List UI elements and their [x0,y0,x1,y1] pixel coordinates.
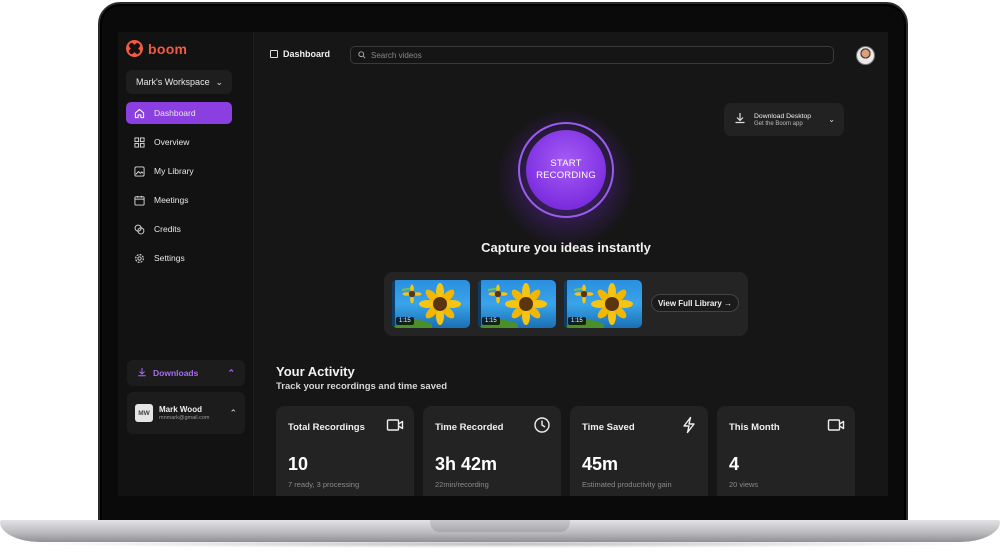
stat-value: 4 [729,454,740,474]
top-bar: Dashboard [254,32,888,78]
breadcrumb-label: Dashboard [283,49,331,59]
downloads-label: Downloads [153,368,199,378]
stat-value: 45m [582,454,619,474]
stat-note: 20 views [729,480,759,489]
start-recording-button[interactable]: START RECORDING [526,130,606,210]
view-full-library-button[interactable]: View Full Library → [651,294,739,312]
stat-value: 10 [288,454,309,474]
layout-icon [270,50,278,58]
sidebar-item-my-library[interactable]: My Library [126,160,232,182]
video-thumbnail[interactable]: 1:15 [564,280,642,328]
chevron-down-icon: ⌄ [828,115,835,124]
video-camera-icon [827,416,845,434]
app-screen: boom Mark's Workspace ⌄ Dashboard Overvi… [118,32,888,496]
download-icon [734,111,746,129]
sidebar-item-meetings[interactable]: Meetings [126,189,232,211]
start-recording-line1: START [550,158,582,169]
user-email: mnmark@gmail.com [159,415,210,421]
stat-label: Time Recorded [435,422,504,433]
sidebar-item-label: Overview [154,137,190,147]
start-recording-label: START RECORDING [536,158,596,182]
stat-note: 22min/recording [435,480,489,489]
video-duration: 1:15 [568,317,586,325]
sidebar-item-credits[interactable]: Credits [126,218,232,240]
sidebar-item-label: Dashboard [154,108,196,118]
sidebar-item-label: My Library [154,166,194,176]
chevron-down-icon: ⌄ [215,76,223,87]
home-icon [134,108,145,119]
sidebar-item-settings[interactable]: Settings [126,247,232,269]
stat-card-time-recorded[interactable]: Time Recorded 3h 42m 22min/recording [423,406,561,496]
gear-icon [134,253,145,264]
stat-card-total-recordings[interactable]: Total Recordings 10 7 ready, 3 processin… [276,406,414,496]
download-desktop-button[interactable]: Download Desktop Get the Boom app ⌄ [724,103,844,136]
clock-icon [533,416,551,434]
stat-note: Estimated productivity gain [582,480,672,489]
laptop-frame: boom Mark's Workspace ⌄ Dashboard Overvi… [0,0,1000,552]
sidebar-item-label: Meetings [154,195,189,205]
tagline: Capture you ideas instantly [481,240,651,255]
activity-subtitle: Track your recordings and time saved [276,381,448,392]
stat-label: Total Recordings [288,422,365,433]
calendar-icon [134,195,145,206]
stat-value: 3h 42m [435,454,498,474]
downloads-toggle[interactable]: Downloads ⌃ [127,360,245,386]
user-menu[interactable]: MW Mark Wood mnmark@gmail.com ⌃ [127,392,245,434]
user-name: Mark Wood [159,405,202,414]
search-bar[interactable] [350,46,834,64]
sidebar-item-dashboard[interactable]: Dashboard [126,102,232,124]
grid-icon [134,136,145,148]
lightning-icon [680,416,698,434]
chevron-up-icon: ⌃ [229,407,237,418]
sidebar-nav: Dashboard Overview My Library Meetings C… [126,102,232,276]
sidebar-item-label: Credits [154,224,181,234]
sidebar-item-overview[interactable]: Overview [126,131,232,153]
download-desktop-subtitle: Get the Boom app [754,120,803,127]
sidebar-item-label: Settings [154,253,185,263]
activity-title: Your Activity [276,364,355,379]
search-input[interactable] [371,50,811,60]
video-thumbnail[interactable]: 1:15 [392,280,470,328]
stat-note: 7 ready, 3 processing [288,480,360,489]
download-icon [137,367,147,379]
image-icon [134,165,145,177]
stat-card-this-month[interactable]: This Month 4 20 views [717,406,855,496]
breadcrumb: Dashboard [270,49,330,59]
workspace-selector[interactable]: Mark's Workspace ⌄ [126,70,232,94]
app-logo[interactable]: boom [126,40,187,57]
video-duration: 1:15 [396,317,414,325]
video-thumbnail[interactable]: 1:15 [478,280,556,328]
stat-label: Time Saved [582,422,635,433]
boom-logo-icon [126,40,143,57]
stat-label: This Month [729,422,780,433]
chevron-up-icon: ⌃ [227,367,235,378]
sidebar: boom Mark's Workspace ⌄ Dashboard Overvi… [118,32,254,496]
stat-card-time-saved[interactable]: Time Saved 45m Estimated productivity ga… [570,406,708,496]
workspace-name: Mark's Workspace [136,77,210,87]
video-camera-icon [386,416,404,434]
logo-text: boom [148,40,188,57]
download-desktop-text: Download Desktop Get the Boom app [754,113,811,127]
user-info: Mark Wood mnmark@gmail.com [159,405,210,421]
coins-icon [134,224,145,235]
download-desktop-title: Download Desktop [754,112,812,120]
recent-recordings: 1:15 1:15 1:15 View Full Library → [384,272,748,336]
start-recording-line2: RECORDING [536,170,596,181]
avatar: MW [135,404,153,422]
video-duration: 1:15 [482,317,500,325]
laptop-notch [430,520,570,532]
profile-avatar[interactable] [856,46,875,65]
search-icon [358,46,366,64]
